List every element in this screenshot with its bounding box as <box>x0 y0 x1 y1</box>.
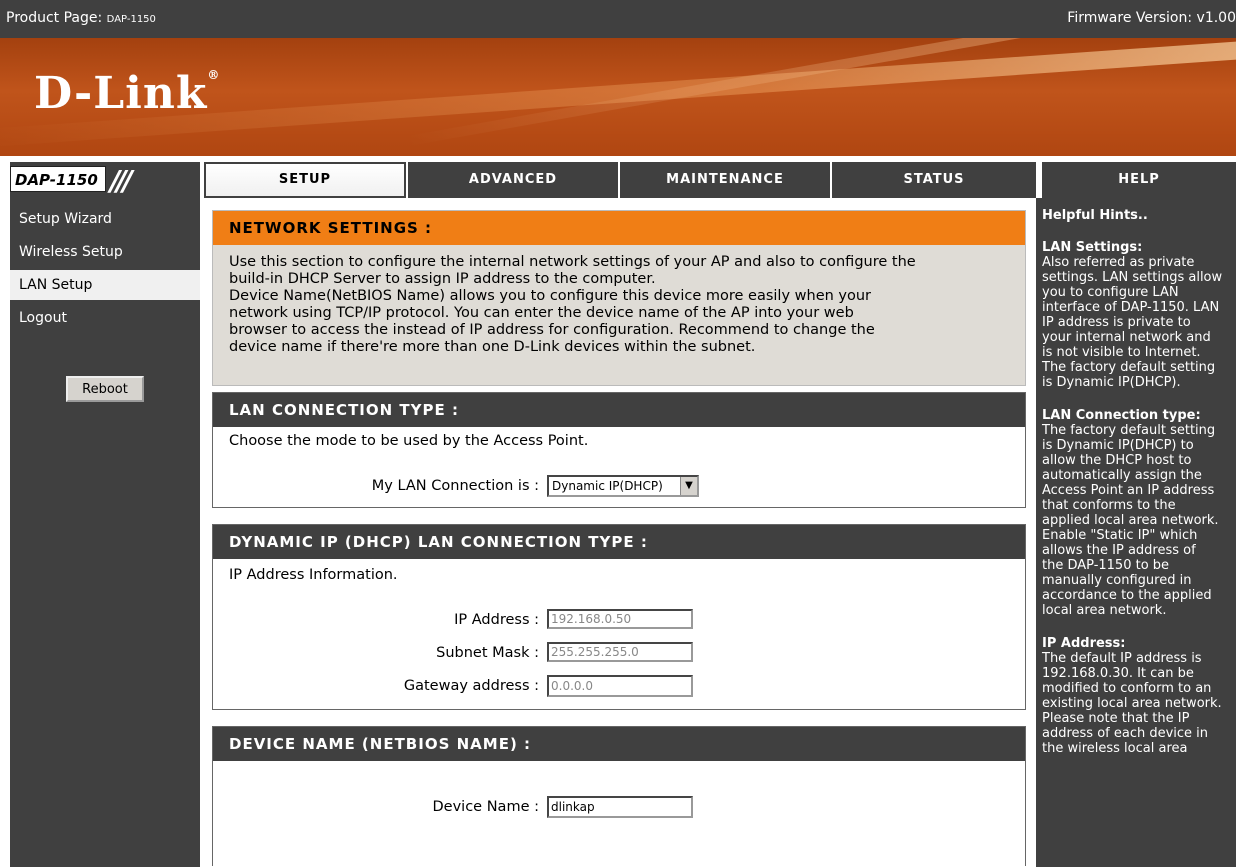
model-badge-label: DAP-1150 <box>10 166 106 192</box>
help-line: The factory default setting <box>1042 360 1216 375</box>
description-line: network using TCP/IP protocol. You can e… <box>229 305 854 321</box>
help-line: is Dynamic IP(DHCP). <box>1042 375 1181 390</box>
help-line: The factory default setting <box>1042 423 1216 438</box>
nav-row: DAP-1150 /// SETUP ADVANCED MAINTENANCE … <box>0 162 1236 198</box>
help-panel: Helpful Hints.. LAN Settings: Also refer… <box>1036 198 1236 867</box>
help-line: settings. LAN settings allow <box>1042 270 1223 285</box>
tab-maintenance[interactable]: MAINTENANCE <box>618 162 830 198</box>
sidebar-item-wireless-setup[interactable]: Wireless Setup <box>10 237 200 267</box>
sidebar-item-setup-wizard[interactable]: Setup Wizard <box>10 204 200 234</box>
help-line: you to configure LAN <box>1042 285 1179 300</box>
slashes-decoration: /// <box>110 164 133 197</box>
device-name-label: Device Name : <box>432 799 539 815</box>
description-line: device name if there're more than one D-… <box>229 339 756 355</box>
device-name-input[interactable] <box>547 796 693 818</box>
help-line: The default IP address is <box>1042 651 1202 666</box>
product-model: DAP-1150 <box>106 14 156 25</box>
lan-connection-type-section: LAN CONNECTION TYPE : Choose the mode to… <box>212 392 1026 508</box>
gateway-label: Gateway address : <box>403 678 539 694</box>
help-line: is not visible to Internet. <box>1042 345 1201 360</box>
section-title: DEVICE NAME (NETBIOS NAME) : <box>213 727 1025 761</box>
dhcp-description: IP Address Information. <box>229 567 398 583</box>
description-line: build-in DHCP Server to assign IP addres… <box>229 271 656 287</box>
device-name-section: DEVICE NAME (NETBIOS NAME) : Device Name… <box>212 726 1026 866</box>
help-line: your internal network and <box>1042 330 1211 345</box>
help-line: address of each device in <box>1042 726 1209 741</box>
description-line: browser to access the instead of IP addr… <box>229 322 875 338</box>
help-line: Enable "Static IP" which <box>1042 528 1198 543</box>
description-line: Use this section to configure the intern… <box>229 254 916 270</box>
ip-address-row: IP Address : <box>213 609 1025 633</box>
help-line: the DAP-1150 to be <box>1042 558 1170 573</box>
help-heading: IP Address: <box>1042 636 1126 651</box>
help-line: is Dynamic IP(DHCP) to <box>1042 438 1194 453</box>
help-section-lan-connection-type: LAN Connection type: The factory default… <box>1042 408 1236 618</box>
description-line: Device Name(NetBIOS Name) allows you to … <box>229 288 872 304</box>
logo-text: D-Link <box>34 68 208 119</box>
lan-connection-select[interactable]: Dynamic IP(DHCP) ▼ <box>547 475 699 497</box>
subnet-mask-input[interactable] <box>547 642 693 662</box>
device-name-row: Device Name : <box>213 796 1025 820</box>
sidebar-item-logout[interactable]: Logout <box>10 303 200 333</box>
help-heading: LAN Connection type: <box>1042 408 1201 423</box>
top-bar: Product Page: DAP-1150 Firmware Version:… <box>0 0 1236 38</box>
chevron-down-icon[interactable]: ▼ <box>680 477 697 495</box>
help-line: applied local area network. <box>1042 513 1219 528</box>
gateway-row: Gateway address : <box>213 675 1025 699</box>
help-line: IP address is private to <box>1042 315 1191 330</box>
sidebar: Setup Wizard Wireless Setup LAN Setup Lo… <box>10 198 200 867</box>
help-line: Please note that the IP <box>1042 711 1190 726</box>
tab-status[interactable]: STATUS <box>830 162 1036 198</box>
section-title: NETWORK SETTINGS : <box>213 211 1025 245</box>
ip-address-input[interactable] <box>547 609 693 629</box>
lan-connection-value: Dynamic IP(DHCP) <box>552 479 663 493</box>
gateway-input[interactable] <box>547 675 693 697</box>
help-section-lan-settings: LAN Settings: Also referred as private s… <box>1042 240 1236 390</box>
help-line: allow the DHCP host to <box>1042 453 1192 468</box>
main-content: NETWORK SETTINGS : Use this section to c… <box>200 198 1034 867</box>
tab-help[interactable]: HELP <box>1036 162 1236 198</box>
lan-connection-label: My LAN Connection is : <box>371 478 539 494</box>
reboot-button[interactable]: Reboot <box>66 376 144 402</box>
network-settings-section: NETWORK SETTINGS : Use this section to c… <box>212 210 1026 386</box>
lan-type-description: Choose the mode to be used by the Access… <box>229 433 589 449</box>
firmware-version: Firmware Version: v1.00 <box>1067 10 1236 26</box>
help-line: that conforms to the <box>1042 498 1176 513</box>
help-line: the wireless local area <box>1042 741 1188 756</box>
help-heading: LAN Settings: <box>1042 240 1143 255</box>
help-line: modified to conform to an <box>1042 681 1212 696</box>
subnet-mask-label: Subnet Mask : <box>436 645 539 661</box>
network-description: Use this section to configure the intern… <box>213 245 1025 356</box>
help-line: automatically assign the <box>1042 468 1202 483</box>
help-line: manually configured in <box>1042 573 1192 588</box>
section-title: LAN CONNECTION TYPE : <box>213 393 1025 427</box>
registered-mark: ® <box>207 68 221 82</box>
model-badge: DAP-1150 /// <box>10 162 200 198</box>
tab-advanced[interactable]: ADVANCED <box>406 162 618 198</box>
help-title: Helpful Hints.. <box>1042 208 1148 223</box>
subnet-mask-row: Subnet Mask : <box>213 642 1025 666</box>
product-label-text: Product Page: <box>6 10 103 26</box>
help-line: interface of DAP-1150. LAN <box>1042 300 1220 315</box>
header-banner: D-Link® <box>0 38 1236 156</box>
lan-connection-row: My LAN Connection is : Dynamic IP(DHCP) … <box>213 475 1025 499</box>
help-line: accordance to the applied <box>1042 588 1212 603</box>
product-page-label: Product Page: DAP-1150 <box>6 10 156 26</box>
help-line: Also referred as private <box>1042 255 1195 270</box>
dlink-logo: D-Link® <box>34 68 220 119</box>
dhcp-section: DYNAMIC IP (DHCP) LAN CONNECTION TYPE : … <box>212 524 1026 710</box>
sidebar-item-lan-setup[interactable]: LAN Setup <box>10 270 200 300</box>
section-title: DYNAMIC IP (DHCP) LAN CONNECTION TYPE : <box>213 525 1025 559</box>
help-line: 192.168.0.30. It can be <box>1042 666 1194 681</box>
help-section-ip-address: IP Address: The default IP address is 19… <box>1042 636 1236 756</box>
help-line: allows the IP address of <box>1042 543 1196 558</box>
help-line: Access Point an IP address <box>1042 483 1215 498</box>
ip-address-label: IP Address : <box>454 612 539 628</box>
help-line: local area network. <box>1042 603 1167 618</box>
tab-setup[interactable]: SETUP <box>204 162 406 198</box>
help-line: existing local area network. <box>1042 696 1222 711</box>
